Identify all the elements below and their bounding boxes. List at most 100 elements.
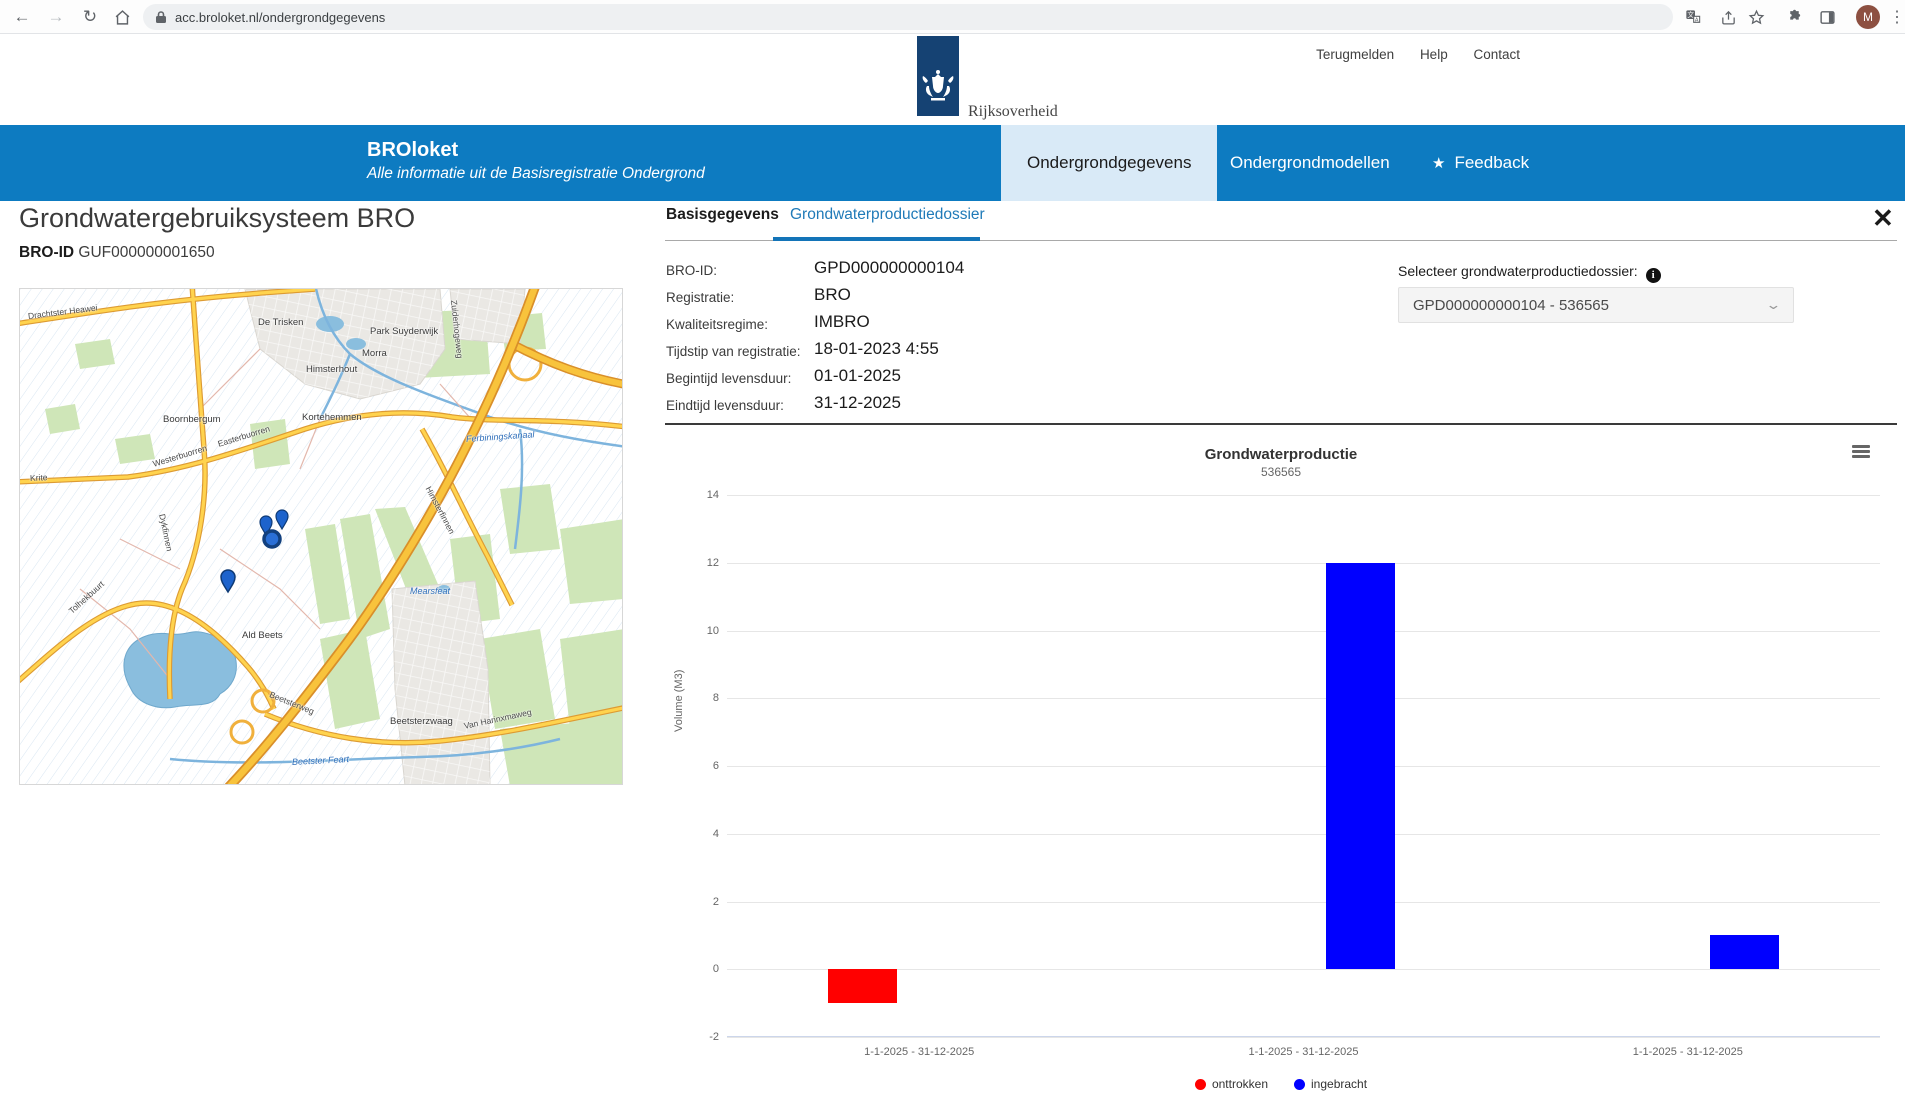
production-chart: Grondwaterproductie 536565 Volume (M3) 1… xyxy=(665,432,1897,1111)
gridline xyxy=(727,1037,1880,1038)
profile-avatar[interactable]: M xyxy=(1856,5,1880,29)
tab-grondwaterproductiedossier[interactable]: Grondwaterproductiedossier xyxy=(790,206,985,224)
side-panel-icon[interactable] xyxy=(1814,4,1840,30)
legend-label: onttrokken xyxy=(1212,1077,1268,1091)
field-label: Registratie: xyxy=(666,290,734,305)
share-icon[interactable] xyxy=(1715,4,1741,30)
field-row: Begintijd levensduur: 01-01-2025 xyxy=(666,366,1226,393)
rijksoverheid-logo xyxy=(917,36,959,116)
translate-icon[interactable]: 文A xyxy=(1680,4,1706,30)
bar-ingebracht xyxy=(1326,563,1395,970)
field-row: Eindtijd levensduur: 31-12-2025 xyxy=(666,393,1226,420)
nav-item-feedback[interactable]: ★ Feedback xyxy=(1406,125,1555,201)
extensions-icon[interactable] xyxy=(1781,4,1807,30)
x-axis-label: 1-1-2025 - 31-12-2025 xyxy=(789,1046,1049,1058)
map-label-place: Himsterhout xyxy=(306,364,357,375)
x-axis-line xyxy=(727,1036,1880,1037)
field-label: BRO-ID: xyxy=(666,263,717,278)
chart-subtitle: 536565 xyxy=(665,465,1897,479)
chart-plot-area: 14121086420-21-1-2025 - 31-12-20251-1-20… xyxy=(727,495,1880,1037)
gridline xyxy=(727,563,1880,564)
brand-block[interactable]: BROloket Alle informatie uit de Basisreg… xyxy=(367,139,705,183)
main-navbar: BROloket Alle informatie uit de Basisreg… xyxy=(0,125,1905,201)
gridline xyxy=(727,902,1880,903)
map-label-place: Beetsterzwaag xyxy=(390,716,453,727)
tab-basisgegevens[interactable]: Basisgegevens xyxy=(666,206,779,224)
field-value: BRO xyxy=(814,285,851,305)
section-divider xyxy=(665,423,1897,425)
x-axis-label: 1-1-2025 - 31-12-2025 xyxy=(1558,1046,1818,1058)
link-terugmelden[interactable]: Terugmelden xyxy=(1316,47,1394,62)
gridline xyxy=(727,698,1880,699)
link-help[interactable]: Help xyxy=(1420,47,1448,62)
map-label-place: Morra xyxy=(362,348,387,359)
browser-toolbar: ← → ↻ acc.broloket.nl/ondergrondgegevens… xyxy=(0,0,1905,34)
info-icon[interactable]: i xyxy=(1646,268,1661,283)
y-tick-label: 2 xyxy=(679,896,719,908)
bar-onttrokken xyxy=(828,969,897,1003)
gridline xyxy=(727,495,1880,496)
field-label: Begintijd levensduur: xyxy=(666,371,791,386)
chevron-down-icon: ⌄ xyxy=(1765,297,1781,313)
lock-icon xyxy=(155,11,167,24)
gridline xyxy=(727,631,1880,632)
map-label-road: Krite xyxy=(30,472,48,483)
field-label: Eindtijd levensduur: xyxy=(666,398,784,413)
y-tick-label: 4 xyxy=(679,828,719,840)
map-label-place: Ald Beets xyxy=(242,630,283,641)
legend-label: ingebracht xyxy=(1311,1077,1367,1091)
legend-dot xyxy=(1294,1079,1305,1090)
bookmark-star-icon[interactable] xyxy=(1743,4,1769,30)
dossier-selector-label: Selecteer grondwaterproductiedossier:i xyxy=(1398,263,1661,283)
field-label: Tijdstip van registratie: xyxy=(666,344,801,359)
link-contact[interactable]: Contact xyxy=(1473,47,1520,62)
map-label-place: Kortehemmen xyxy=(302,412,362,423)
field-value: 31-12-2025 xyxy=(814,393,901,413)
y-tick-label: 8 xyxy=(679,692,719,704)
gridline xyxy=(727,834,1880,835)
map-label-place: Boornbergum xyxy=(163,414,221,425)
legend-item-onttrokken[interactable]: onttrokken xyxy=(1195,1077,1268,1091)
brand-name: BROloket xyxy=(367,139,705,162)
gridline xyxy=(727,766,1880,767)
site-header: Rijksoverheid Terugmelden Help Contact xyxy=(0,35,1905,125)
y-tick-label: 6 xyxy=(679,760,719,772)
location-map[interactable]: Drachtster HeaweiDe TriskenPark Suyderwi… xyxy=(19,288,623,785)
bro-id-value: GUF000000001650 xyxy=(78,244,214,261)
address-bar[interactable]: acc.broloket.nl/ondergrondgegevens xyxy=(143,4,1673,30)
field-row: BRO-ID:GPD000000000104 xyxy=(666,258,1226,285)
svg-text:A: A xyxy=(1695,18,1699,24)
url-text: acc.broloket.nl/ondergrondgegevens xyxy=(175,10,385,25)
chart-context-menu-icon[interactable] xyxy=(1849,440,1873,462)
back-icon[interactable]: ← xyxy=(8,3,36,31)
forward-icon[interactable]: → xyxy=(42,3,70,31)
field-row: Registratie: BRO xyxy=(666,285,1226,312)
y-tick-label: 10 xyxy=(679,625,719,637)
map-label-place: De Trisken xyxy=(258,317,303,328)
legend-dot xyxy=(1195,1079,1206,1090)
kebab-menu-icon[interactable]: ⋮ xyxy=(1884,4,1905,30)
page-title: Grondwatergebruiksysteem BRO xyxy=(19,203,415,234)
reload-icon[interactable]: ↻ xyxy=(76,3,104,31)
legend-item-ingebracht[interactable]: ingebracht xyxy=(1294,1077,1367,1091)
star-icon: ★ xyxy=(1432,154,1445,172)
chart-legend: onttrokken ingebracht xyxy=(665,1077,1897,1091)
field-value: IMBRO xyxy=(814,312,870,332)
field-value: 01-01-2025 xyxy=(814,366,901,386)
nav-item-ondergrondgegevens[interactable]: Ondergrondgegevens xyxy=(1001,125,1217,201)
dossier-select[interactable]: GPD000000000104 - 536565 ⌄ xyxy=(1398,287,1794,323)
y-tick-label: 14 xyxy=(679,489,719,501)
bar-ingebracht xyxy=(1710,935,1779,969)
bro-id-line: BRO-ID GUF000000001650 xyxy=(19,244,215,262)
brand-tagline: Alle informatie uit de Basisregistratie … xyxy=(367,165,705,183)
home-icon[interactable] xyxy=(108,3,136,31)
active-tab-indicator xyxy=(773,237,980,241)
nav-item-ondergrondmodellen[interactable]: Ondergrondmodellen xyxy=(1204,125,1416,201)
gridline xyxy=(727,969,1880,970)
logo-wordmark: Rijksoverheid xyxy=(968,103,1058,121)
bro-id-label: BRO-ID xyxy=(19,244,74,261)
close-icon[interactable]: ✕ xyxy=(1872,205,1894,231)
y-tick-label: -2 xyxy=(679,1031,719,1043)
x-axis-label: 1-1-2025 - 31-12-2025 xyxy=(1174,1046,1434,1058)
y-tick-label: 0 xyxy=(679,963,719,975)
